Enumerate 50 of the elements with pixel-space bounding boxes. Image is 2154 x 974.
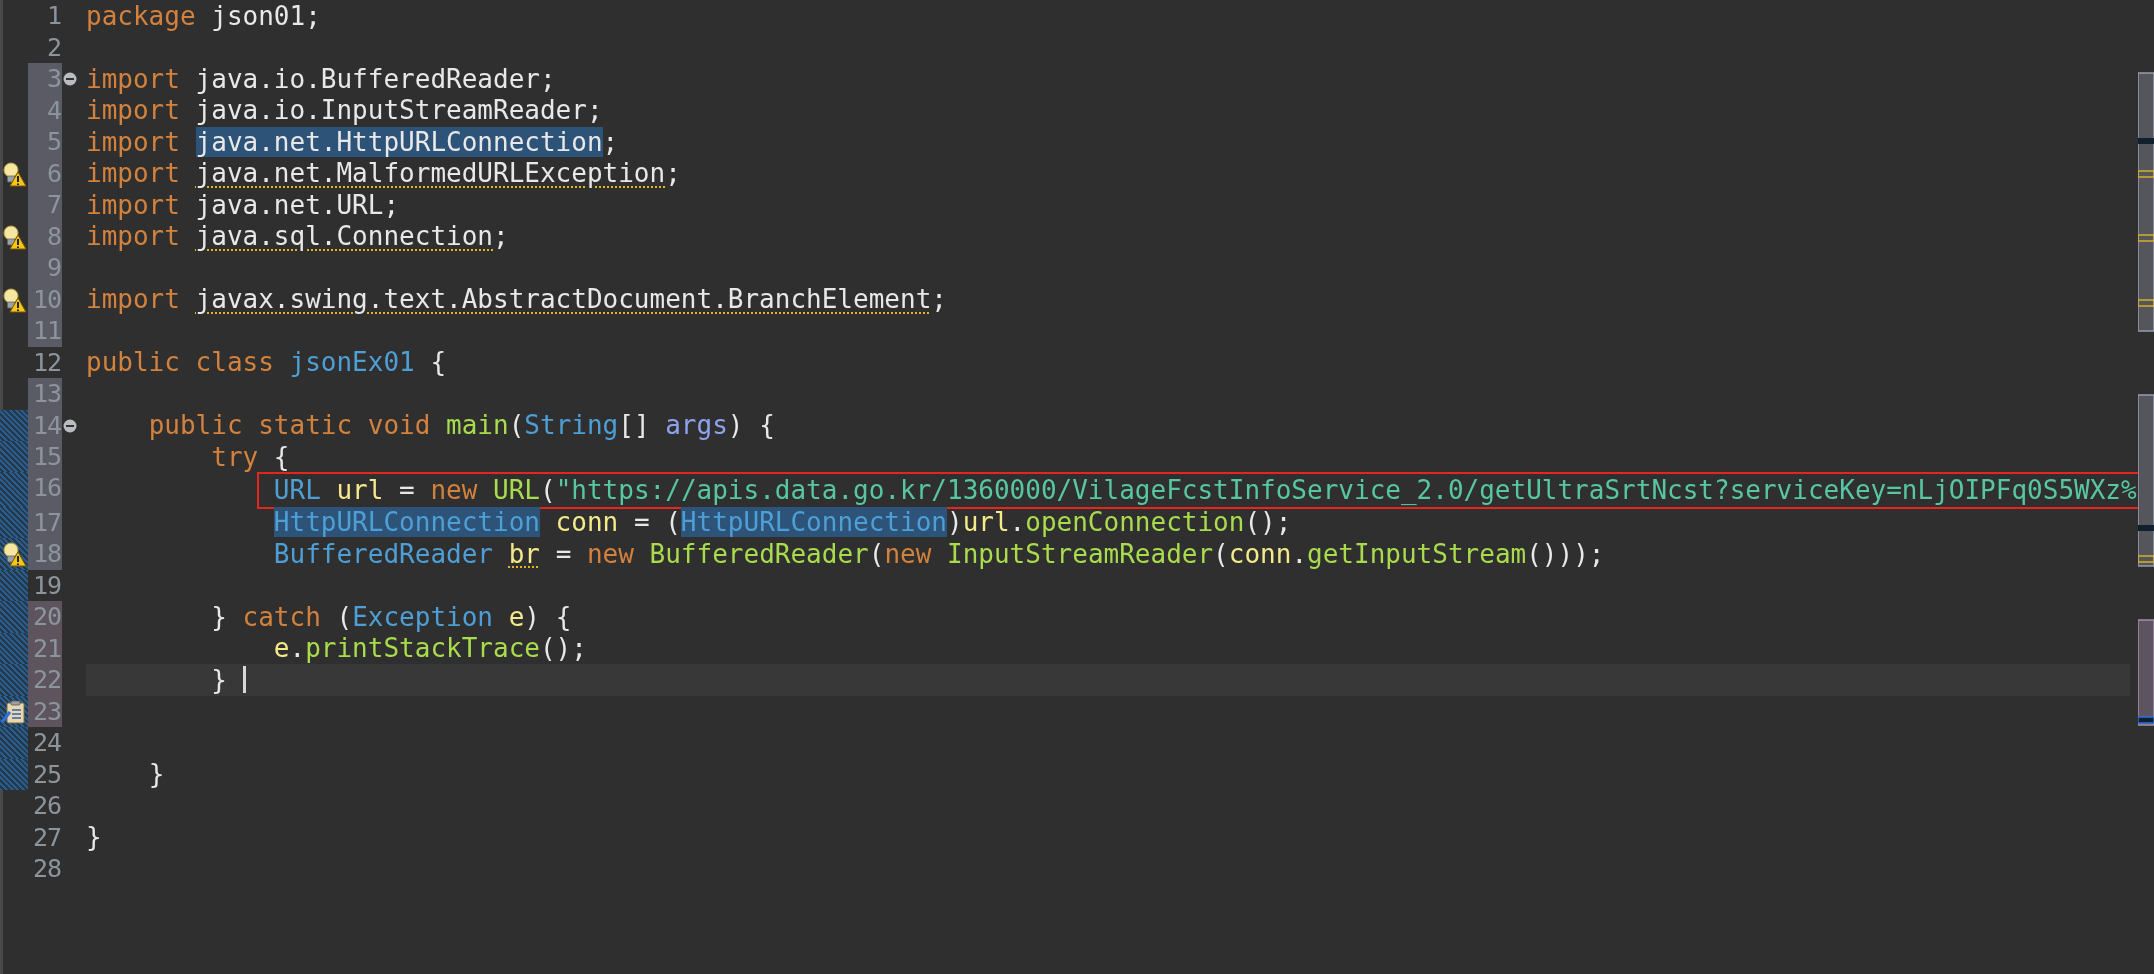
line-number: 6 <box>28 157 62 189</box>
code-line: import javax.swing.text.AbstractDocument.BranchElement; <box>86 286 947 313</box>
line-number: 28 <box>31 853 62 885</box>
line-number: 9 <box>28 252 62 284</box>
line-number: 1 <box>45 0 62 32</box>
code-line: URL url = new URL("https://apis.data.go.kr/1360000/VilageFcstInfoService_2.0/getUltraSrtNcst?serviceKey=nLjOIPFq0S5WXz% <box>272 477 2137 503</box>
line-number: 13 <box>28 378 62 410</box>
line-number: 27 <box>31 821 62 853</box>
code-line: import java.net.URL; <box>86 191 400 218</box>
line-number: 22 <box>28 664 62 696</box>
code-line: BufferedReader br = new BufferedReader(new InputStreamReader(conn.getInputStream())); <box>272 540 1605 567</box>
line-number: 11 <box>28 315 62 347</box>
code-line: HttpURLConnection conn = (HttpURLConnection)url.openConnection(); <box>272 509 1292 536</box>
code-line: e.printStackTrace(); <box>272 635 587 662</box>
collapse-icon[interactable] <box>63 418 77 433</box>
line-number: 21 <box>28 632 62 664</box>
lightbulb-warning-icon[interactable] <box>1 223 27 250</box>
line-number: 17 <box>28 506 62 538</box>
code-line: } <box>210 666 228 693</box>
line-number: 23 <box>28 695 62 727</box>
lightbulb-warning-icon[interactable] <box>1 286 27 313</box>
code-line: import java.net.MalformedURLException; <box>86 160 681 187</box>
code-line: package json01; <box>86 2 321 29</box>
line-number: 8 <box>28 220 62 252</box>
collapse-icon[interactable] <box>63 72 77 86</box>
line-number: 10 <box>28 283 62 315</box>
line-number: 4 <box>28 94 62 126</box>
line-number: 12 <box>31 346 62 378</box>
line-number: 3 <box>28 63 62 95</box>
code-line: try { <box>210 443 290 470</box>
code-line: } <box>147 761 165 788</box>
line-number: 18 <box>28 538 62 570</box>
code-line: import java.sql.Connection; <box>86 223 509 250</box>
line-number: 25 <box>31 758 62 790</box>
line-number: 2 <box>45 31 62 63</box>
code-line: public static void main(String[] args) { <box>147 412 775 439</box>
line-number: 15 <box>28 441 62 473</box>
code-line: } catch (Exception e) { <box>210 603 572 630</box>
code-line: } <box>86 824 102 851</box>
line-number: 5 <box>28 126 62 158</box>
line-number: 20 <box>28 601 62 633</box>
line-number: 26 <box>31 790 62 822</box>
line-number: 7 <box>28 189 62 221</box>
line-number: 24 <box>31 727 62 759</box>
lightbulb-warning-icon[interactable] <box>1 160 27 187</box>
line-number: 14 <box>28 409 62 441</box>
code-line: public class jsonEx01 { <box>86 349 447 376</box>
code-line: import java.io.BufferedReader; <box>86 65 556 92</box>
line-number: 19 <box>31 569 62 601</box>
code-line: import java.io.InputStreamReader; <box>86 97 603 124</box>
